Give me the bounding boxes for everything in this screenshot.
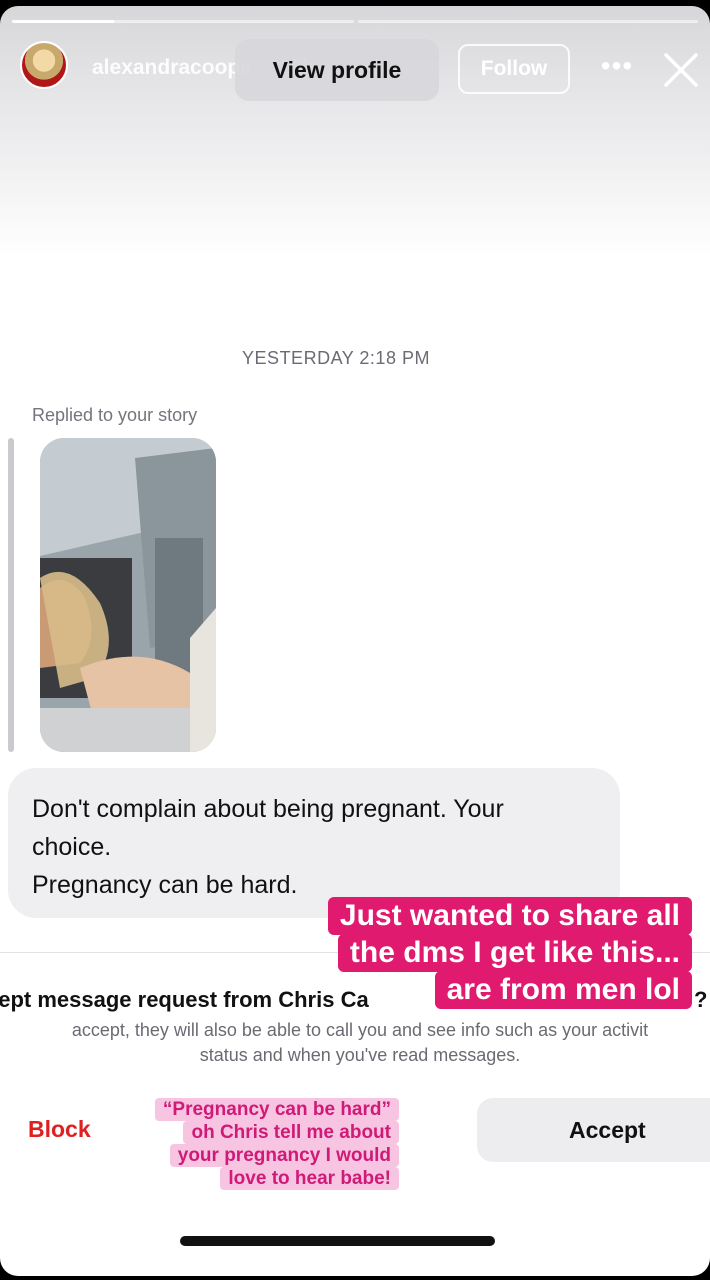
description-line: status and when you've read messages. xyxy=(199,1045,521,1065)
view-profile-button[interactable]: View profile xyxy=(235,39,439,101)
story-caption-overlay: Just wanted to share all the dms I get l… xyxy=(292,897,692,1009)
story-progress-fill xyxy=(12,20,115,23)
reply-indicator-bar xyxy=(8,438,14,752)
follow-button[interactable]: Follow xyxy=(458,44,570,94)
message-request-title-end: ? xyxy=(694,987,708,1012)
message-bubble: Don't complain about being pregnant. You… xyxy=(8,768,620,918)
quote-line: oh Chris tell me about xyxy=(183,1121,399,1144)
quote-line: “Pregnancy can be hard” xyxy=(154,1098,399,1121)
message-request-description: accept, they will also be able to call y… xyxy=(0,1018,710,1068)
description-line: accept, they will also be able to call y… xyxy=(71,1020,649,1040)
block-button[interactable]: Block xyxy=(28,1116,91,1143)
avatar[interactable] xyxy=(20,41,68,89)
message-line: choice. xyxy=(32,833,112,861)
home-indicator[interactable] xyxy=(180,1236,495,1246)
story-progress-bar-next xyxy=(358,20,698,23)
quote-line: your pregnancy I would xyxy=(169,1144,399,1167)
message-line: Don't complain about being pregnant. You… xyxy=(32,795,504,823)
caption-line: the dms I get like this... xyxy=(337,934,692,972)
accept-button[interactable]: Accept xyxy=(477,1098,710,1162)
reply-context-label: Replied to your story xyxy=(32,405,198,425)
caption-line: Just wanted to share all xyxy=(327,897,692,935)
story-screen: alexandracoope… 16h View profile Follow … xyxy=(0,6,710,1276)
message-timestamp: YESTERDAY 2:18 PM xyxy=(242,348,430,368)
quote-line: love to hear babe! xyxy=(220,1167,399,1190)
caption-line: are from men lol xyxy=(434,971,692,1009)
story-quote-overlay: “Pregnancy can be hard” oh Chris tell me… xyxy=(145,1098,399,1190)
story-progress-bar xyxy=(115,20,354,23)
story-thumbnail[interactable] xyxy=(40,438,216,752)
close-icon[interactable] xyxy=(660,49,702,91)
more-options-icon[interactable]: ••• xyxy=(600,52,634,84)
